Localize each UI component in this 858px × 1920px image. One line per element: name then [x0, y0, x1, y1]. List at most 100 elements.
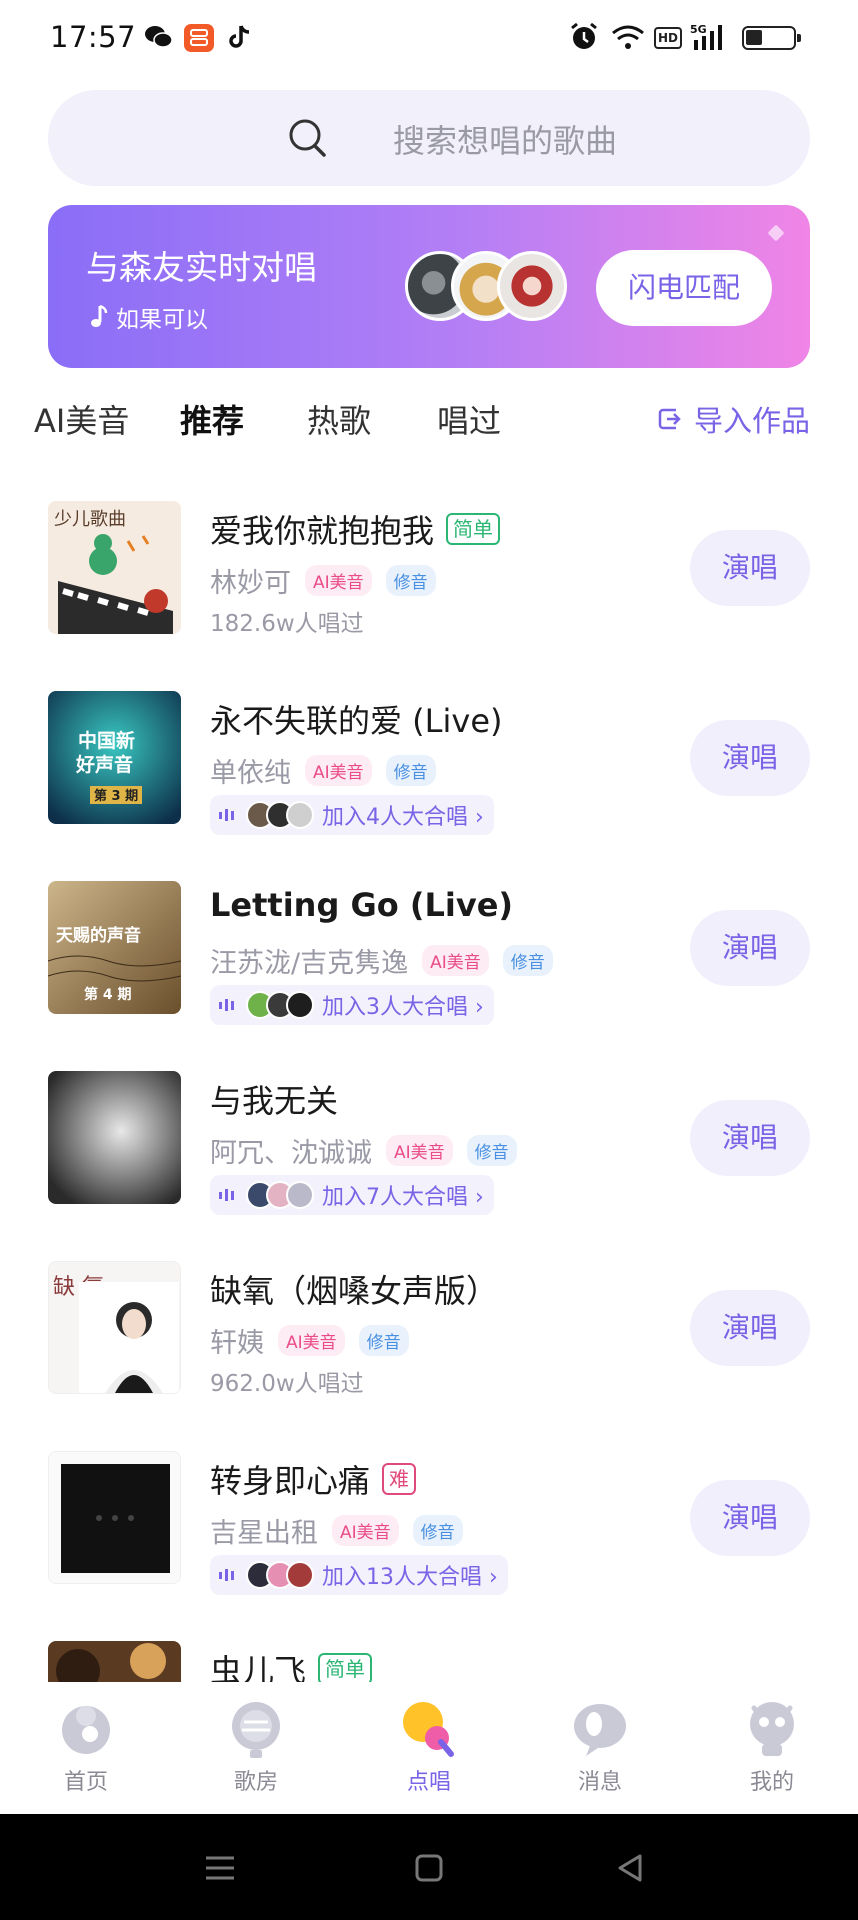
sing-button[interactable]: 演唱 — [690, 1290, 810, 1366]
duet-banner[interactable]: 与森友实时对唱 如果可以 闪电匹配 — [48, 205, 810, 368]
join-chorus-button[interactable]: 加入13人大合唱 › — [210, 1555, 508, 1595]
pitch-fix-tag: 修音 — [502, 945, 553, 976]
avatar — [286, 801, 314, 829]
song-title-text: 永不失联的爱 (Live) — [210, 702, 503, 740]
tab-sung[interactable]: 唱过 — [437, 396, 501, 442]
sing-button[interactable]: 演唱 — [690, 530, 810, 606]
sing-button[interactable]: 演唱 — [690, 1480, 810, 1556]
song-row[interactable]: 虫儿飞 简单 — [0, 1620, 858, 1682]
nav-label: 消息 — [577, 1770, 622, 1795]
artist-row: 吉星出租 AI美音 修音 — [210, 1511, 463, 1550]
sing-button[interactable]: 演唱 — [690, 720, 810, 796]
nav-home[interactable]: 首页 — [26, 1696, 146, 1806]
artist-name: 吉星出租 — [210, 1518, 318, 1549]
song-title-text: 虫儿飞 — [210, 1652, 307, 1682]
lightning-match-button[interactable]: 闪电匹配 — [596, 250, 772, 326]
category-tabs: AI美音 推荐 热歌 唱过 导入作品 — [0, 396, 858, 452]
tab-recommended[interactable]: 推荐 — [180, 396, 244, 442]
pitch-fix-tag: 修音 — [358, 1325, 409, 1356]
message-icon — [574, 1704, 626, 1756]
song-title-text: 缺氧（烟嗓女声版） — [210, 1272, 499, 1310]
song-title: 虫儿飞 简单 — [210, 1646, 373, 1682]
nav-messages[interactable]: 消息 — [540, 1696, 660, 1806]
artist-row: 林妙可 AI美音 修音 — [210, 561, 436, 600]
pitch-fix-tag: 修音 — [385, 565, 436, 596]
hd-icon: HD — [654, 27, 682, 49]
song-cover: 缺 氧 — [48, 1261, 181, 1394]
sound-wave-icon — [219, 809, 234, 821]
tab-hot-songs[interactable]: 热歌 — [307, 396, 371, 442]
ktv-room-icon — [232, 1702, 280, 1758]
app-icon — [184, 24, 214, 52]
sound-wave-icon — [219, 1189, 234, 1201]
song-title-text: Letting Go (Live) — [210, 886, 514, 924]
avatar — [286, 1561, 314, 1589]
sing-button[interactable]: 演唱 — [690, 910, 810, 986]
song-title-text: 转身即心痛 — [210, 1462, 371, 1500]
avatar — [286, 1181, 314, 1209]
alarm-icon — [571, 22, 597, 49]
system-nav-bar — [0, 1814, 858, 1920]
difficulty-badge: 简单 — [318, 1653, 373, 1682]
wechat-icon — [145, 26, 173, 48]
artist-row: 单依纯 AI美音 修音 — [210, 751, 436, 790]
svg-text:5G: 5G — [690, 23, 707, 36]
nav-ktv-room[interactable]: 歌房 — [196, 1696, 316, 1806]
nav-label: 歌房 — [233, 1770, 278, 1795]
song-title: 爱我你就抱抱我 简单 — [210, 506, 501, 552]
ai-voice-tag: AI美音 — [422, 945, 489, 976]
sing-button[interactable]: 演唱 — [690, 1100, 810, 1176]
song-row[interactable]: 少儿歌曲 爱我你就抱抱我 简单 林妙可 AI美音 修音 182.6w人唱过 演唱 — [0, 480, 858, 670]
music-note-icon — [91, 304, 108, 327]
sparkle-icon — [767, 224, 785, 242]
chorus-avatars — [246, 801, 314, 829]
nav-sing[interactable]: 点唱 — [369, 1696, 489, 1806]
difficulty-badge: 简单 — [446, 513, 501, 545]
pitch-fix-tag: 修音 — [385, 755, 436, 786]
song-title: 与我无关 — [210, 1076, 338, 1122]
song-title-text: 爱我你就抱抱我 — [210, 512, 435, 550]
nav-label: 点唱 — [406, 1770, 451, 1795]
song-row[interactable]: 缺 氧 缺氧（烟嗓女声版） 轩姨 AI美音 修音 962.0w人唱过 演唱 — [0, 1240, 858, 1430]
song-row[interactable]: 天赐的声音 第 4 期 Letting Go (Live) 汪苏泷/吉克隽逸 A… — [0, 860, 858, 1050]
cover-text: 少儿歌曲 — [54, 509, 126, 530]
chorus-text: 加入3人大合唱 › — [322, 995, 484, 1020]
artist-name: 轩姨 — [210, 1328, 264, 1359]
5g-signal-icon: 5G — [690, 23, 722, 50]
home-square-icon[interactable] — [409, 1848, 449, 1888]
avatar — [286, 991, 314, 1019]
chorus-text: 加入7人大合唱 › — [322, 1185, 484, 1210]
search-bar[interactable]: 搜索想唱的歌曲 — [48, 90, 810, 186]
song-row[interactable]: 转身即心痛 难 吉星出租 AI美音 修音 加入13人大合唱 › 演唱 — [0, 1430, 858, 1620]
battery-icon — [742, 26, 801, 50]
search-placeholder: 搜索想唱的歌曲 — [393, 122, 618, 160]
artist-name: 林妙可 — [210, 568, 291, 599]
join-chorus-button[interactable]: 加入3人大合唱 › — [210, 985, 494, 1025]
artist-name: 阿冗、沈诚诚 — [210, 1138, 372, 1169]
chorus-text: 加入13人大合唱 › — [322, 1565, 498, 1590]
home-icon — [62, 1706, 110, 1754]
difficulty-badge: 难 — [382, 1463, 417, 1495]
join-chorus-button[interactable]: 加入7人大合唱 › — [210, 1175, 494, 1215]
song-row[interactable]: 与我无关 阿冗、沈诚诚 AI美音 修音 加入7人大合唱 › 演唱 — [0, 1050, 858, 1240]
back-icon[interactable] — [610, 1848, 650, 1888]
song-title: 转身即心痛 难 — [210, 1456, 417, 1502]
nav-label: 我的 — [749, 1770, 794, 1795]
cover-text: 好声音 — [75, 753, 133, 776]
song-row[interactable]: 中国新 好声音 第 3 期 永不失联的爱 (Live) 单依纯 AI美音 修音 … — [0, 670, 858, 860]
import-works-button[interactable]: 导入作品 — [656, 398, 810, 440]
nav-profile[interactable]: 我的 — [712, 1696, 832, 1806]
artist-row: 轩姨 AI美音 修音 — [210, 1321, 409, 1360]
status-time: 17:57 — [50, 20, 137, 54]
menu-icon[interactable] — [200, 1848, 240, 1888]
song-title-text: 与我无关 — [210, 1082, 339, 1120]
cover-text: 天赐的声音 — [56, 925, 141, 946]
ai-voice-tag: AI美音 — [305, 565, 372, 596]
song-cover: 中国新 好声音 第 3 期 — [48, 691, 181, 824]
tab-ai-voice[interactable]: AI美音 — [34, 396, 129, 442]
profile-icon — [750, 1702, 794, 1756]
song-cover — [48, 1071, 181, 1204]
banner-subtitle: 如果可以 — [90, 300, 208, 334]
join-chorus-button[interactable]: 加入4人大合唱 › — [210, 795, 494, 835]
ai-voice-tag: AI美音 — [332, 1515, 399, 1546]
